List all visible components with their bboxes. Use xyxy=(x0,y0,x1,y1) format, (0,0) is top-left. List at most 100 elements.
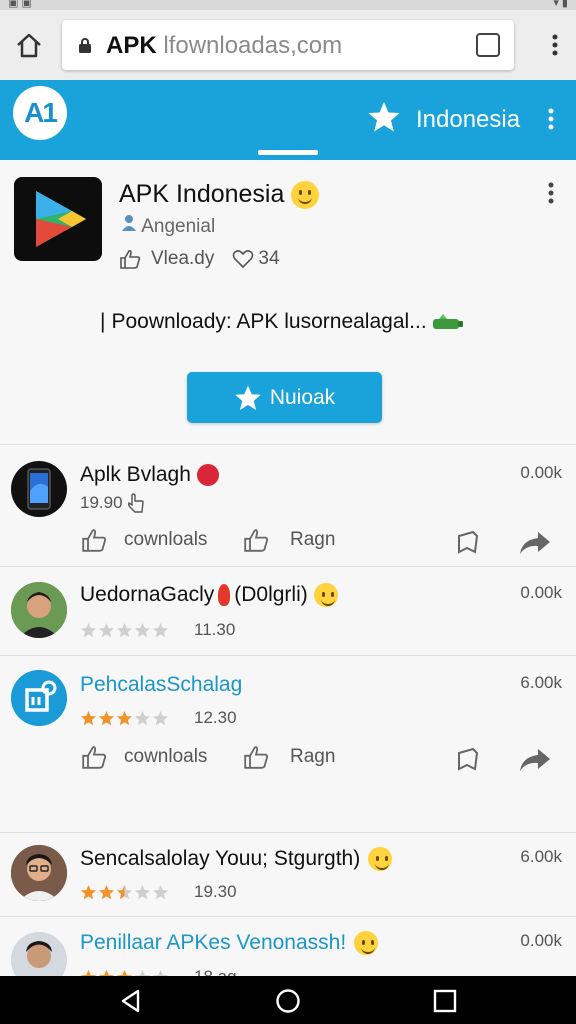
status-icons-left: ▣ ▣ xyxy=(8,0,32,9)
list-item-count: 6.00k xyxy=(520,673,562,692)
rating-star-icon xyxy=(134,884,151,899)
list-item-count: 0.00k xyxy=(520,583,562,602)
rating-star-icon xyxy=(152,622,169,637)
country-selector[interactable]: Indonesia xyxy=(416,106,520,134)
angry-emoji-icon xyxy=(196,464,219,486)
rating-star-icon xyxy=(116,622,133,637)
list-item-title-text: Sencalsalolay Youu; Stgurgth) xyxy=(80,847,361,870)
back-icon[interactable] xyxy=(118,988,144,1014)
smiley-emoji-icon xyxy=(368,847,393,871)
url-text[interactable]: APK lfownloadas,com xyxy=(106,32,342,60)
list-item-actions: cownloals Ragn xyxy=(80,528,560,558)
heart-icon[interactable] xyxy=(232,249,254,269)
list-item-score: 19.90 xyxy=(80,493,123,512)
downloads-action-label: cownloals xyxy=(124,529,208,550)
site-logo[interactable]: A1 xyxy=(13,86,67,140)
featured-app-card: APK Indonesia Angenial Vlea.dy 34 | Poow… xyxy=(0,160,576,445)
share-icon[interactable] xyxy=(518,530,552,556)
list-item-count: 0.00k xyxy=(520,931,562,950)
card-menu-icon[interactable] xyxy=(548,182,554,204)
list-item-title[interactable]: UedornaGacly (D0lgrli) xyxy=(80,583,338,607)
rating-action[interactable]: Ragn xyxy=(242,745,335,769)
text-cursor: | xyxy=(100,310,106,333)
downloads-action[interactable]: cownloals xyxy=(80,528,207,552)
thumbs-up-icon xyxy=(244,529,269,552)
list-item-subtitle: 12.30 xyxy=(80,708,237,728)
thumbs-up-icon xyxy=(244,746,269,769)
list-item[interactable]: Aplk Bvlagh 19.90 0.00k cownloals Ragn xyxy=(0,445,576,567)
play-store-icon[interactable] xyxy=(14,177,102,261)
rating-star-icon xyxy=(152,710,169,725)
rating-star-icon xyxy=(98,622,115,637)
downloads-action[interactable]: cownloals xyxy=(80,745,207,769)
rating-stars xyxy=(80,710,170,727)
list-item-title-text: Penillaar APKes Venonassh! xyxy=(80,931,347,954)
browser-menu-icon[interactable] xyxy=(552,34,558,56)
rating-star-icon xyxy=(152,884,169,899)
more-vert-icon[interactable] xyxy=(548,108,554,130)
featured-likes-count: 34 xyxy=(258,248,280,269)
list-item-title[interactable]: PehcalasSchalag xyxy=(80,673,242,697)
download-button-label: Nuioak xyxy=(269,385,336,409)
featured-description: | Poownloady: APK lusornealagal... xyxy=(100,310,465,334)
thumbs-up-icon[interactable] xyxy=(119,249,141,269)
tab-indicator xyxy=(258,150,318,155)
user-avatar[interactable] xyxy=(11,845,67,901)
thumbs-up-icon xyxy=(82,746,107,769)
list-item-score: 19.30 xyxy=(194,882,237,901)
app-avatar[interactable] xyxy=(11,670,67,726)
download-button[interactable]: Nuioak xyxy=(187,372,382,423)
rating-stars xyxy=(80,884,170,901)
list-item-title[interactable]: Sencalsalolay Youu; Stgurgth) xyxy=(80,847,393,871)
list-item-title[interactable]: Aplk Bvlagh xyxy=(80,463,219,487)
url-domain-rest: lfownloadas,com xyxy=(163,32,343,59)
share-icon[interactable] xyxy=(518,747,552,773)
star-icon xyxy=(235,385,261,410)
tabs-icon[interactable] xyxy=(476,33,500,57)
list-item[interactable]: PehcalasSchalag 12.30 6.00k cownloals Ra… xyxy=(0,656,576,833)
list-item[interactable]: Sencalsalolay Youu; Stgurgth) 19.30 6.00… xyxy=(0,833,576,917)
user-icon xyxy=(122,215,136,231)
url-domain-bold: APK xyxy=(106,32,157,59)
rating-star-icon xyxy=(80,622,97,637)
recents-icon[interactable] xyxy=(432,988,458,1014)
list-item-title-text: Aplk Bvlagh xyxy=(80,463,191,486)
rating-action-label: Ragn xyxy=(290,746,336,767)
url-bar[interactable]: APK lfownloadas,com xyxy=(62,20,514,70)
fire-emoji-icon xyxy=(218,584,231,606)
smiley-emoji-icon xyxy=(313,583,338,607)
featured-ready-label: Vlea.dy xyxy=(151,248,215,269)
featured-author: Angenial xyxy=(121,214,215,238)
downloads-action-label: cownloals xyxy=(124,746,208,767)
rating-star-icon xyxy=(116,884,133,899)
system-nav-bar xyxy=(0,976,576,1024)
home-icon[interactable] xyxy=(14,30,44,60)
featured-stats: Vlea.dy 34 xyxy=(119,248,298,270)
featured-title[interactable]: APK Indonesia xyxy=(119,180,320,210)
user-avatar[interactable] xyxy=(11,582,67,638)
list-item-title-text: PehcalasSchalag xyxy=(80,673,243,696)
home-circle-icon[interactable] xyxy=(275,988,301,1014)
star-icon[interactable] xyxy=(367,100,401,134)
list-item-count: 0.00k xyxy=(520,463,562,482)
rating-action[interactable]: Ragn xyxy=(242,528,335,552)
list-item-score: 12.30 xyxy=(194,708,237,727)
rating-star-icon xyxy=(134,710,151,725)
list-item-subtitle: 19.90 xyxy=(80,493,145,513)
featured-author-name: Angenial xyxy=(141,216,216,237)
rating-stars xyxy=(80,622,170,639)
list-item-score: 11.30 xyxy=(194,620,236,639)
list-item-title-suffix: (D0lgrli) xyxy=(234,583,308,606)
bookmark-icon[interactable] xyxy=(453,530,481,556)
browser-toolbar: APK lfownloadas,com xyxy=(0,10,576,80)
list-item-count: 6.00k xyxy=(520,847,562,866)
list-item-title[interactable]: Penillaar APKes Venonassh! xyxy=(80,931,379,955)
rating-action-label: Ragn xyxy=(290,529,336,550)
phone-avatar[interactable] xyxy=(11,461,67,517)
status-bar: ▣ ▣ ▾ ▮ xyxy=(0,0,576,10)
rating-star-icon xyxy=(80,710,97,725)
list-item-subtitle: 19.30 xyxy=(80,882,237,902)
bookmark-icon[interactable] xyxy=(453,747,481,773)
list-item[interactable]: UedornaGacly (D0lgrli) 11.30 0.00k xyxy=(0,567,576,656)
lock-icon xyxy=(79,38,91,53)
